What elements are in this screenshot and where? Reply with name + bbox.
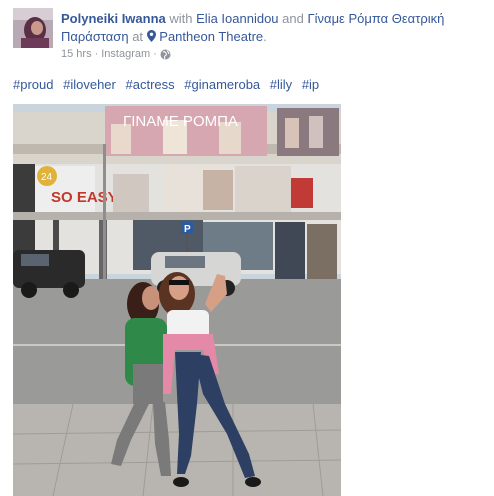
parking-sign-text: P bbox=[184, 224, 191, 235]
author-avatar[interactable] bbox=[13, 8, 53, 48]
hashtag-link[interactable]: #ip bbox=[302, 77, 319, 92]
post-photo[interactable]: ΓΙΝΑΜΕ ΡΟΜΠΑ SO EASY 24 P bbox=[13, 104, 341, 496]
with-text: with bbox=[169, 11, 193, 26]
location-link[interactable]: Pantheon Theatre bbox=[146, 29, 264, 44]
author-name-link[interactable]: Polyneiki Iwanna bbox=[61, 11, 166, 26]
post-source: Instagram bbox=[101, 48, 151, 60]
tagged-person-link[interactable]: Elia Ioannidou bbox=[196, 11, 278, 26]
hashtag-link[interactable]: #lily bbox=[270, 77, 292, 92]
shop-sign-text: SO EASY bbox=[51, 189, 118, 206]
avatar-image bbox=[13, 8, 53, 48]
at-text: at bbox=[132, 29, 144, 44]
billboard-text: ΓΙΝΑΜΕ ΡΟΜΠΑ bbox=[123, 113, 238, 130]
hashtag-link[interactable]: #iloveher bbox=[63, 77, 116, 92]
post-meta: 15 hrs · Instagram · bbox=[61, 48, 171, 60]
globe-icon[interactable] bbox=[160, 49, 171, 60]
hashtag-link[interactable]: #proud bbox=[13, 77, 53, 92]
period: . bbox=[263, 29, 267, 44]
hashtag-link[interactable]: #ginameroba bbox=[184, 77, 260, 92]
post-header: Polyneiki Iwanna with Elia Ioannidou and… bbox=[61, 10, 481, 46]
and-text: and bbox=[282, 11, 304, 26]
meta-separator-2: · bbox=[153, 48, 157, 60]
location-name: Pantheon Theatre bbox=[159, 29, 264, 44]
badge-number: 24 bbox=[41, 172, 53, 183]
location-pin-icon bbox=[146, 30, 156, 42]
timestamp-link[interactable]: 15 hrs bbox=[61, 48, 92, 60]
hashtag-link[interactable]: #actress bbox=[126, 77, 175, 92]
hashtag-list: #proud #iloveher #actress #ginameroba #l… bbox=[13, 77, 323, 92]
street-photo-illustration: ΓΙΝΑΜΕ ΡΟΜΠΑ SO EASY 24 P bbox=[13, 104, 341, 496]
meta-separator: · bbox=[94, 48, 99, 60]
